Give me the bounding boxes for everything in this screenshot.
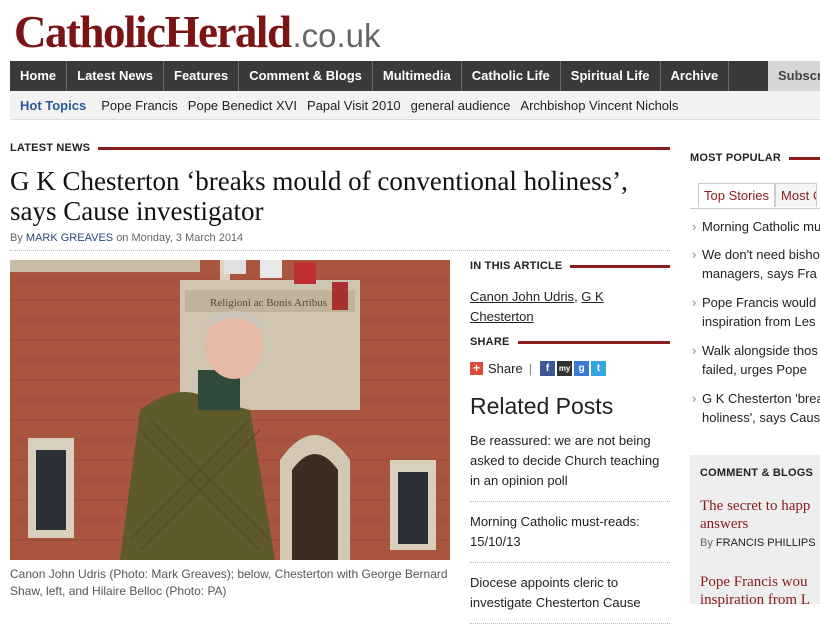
most-popular-label: MOST POPULAR: [690, 152, 782, 164]
comment-author-link[interactable]: FRANCIS PHILLIPS: [716, 537, 816, 549]
comment-post-link[interactable]: The secret to happ answers: [700, 497, 820, 533]
plus-icon[interactable]: +: [470, 362, 483, 375]
author-link[interactable]: MARK GREAVES: [26, 232, 113, 244]
article-byline: By MARK GREAVES on Monday, 3 March 2014: [10, 232, 670, 251]
tab-top-stories[interactable]: Top Stories: [698, 183, 776, 207]
main-nav: Home Latest News Features Comment & Blog…: [10, 61, 820, 91]
popular-item[interactable]: Pope Francis wouldinspiration from Les: [690, 293, 820, 331]
share-button[interactable]: Share: [488, 361, 523, 376]
comment-blogs-box: COMMENT & BLOGS The secret to happ answer…: [690, 455, 820, 608]
popular-item[interactable]: Morning Catholic mus: [690, 217, 820, 236]
logo-main-text: CatholicHerald: [14, 7, 292, 57]
comment-blogs-header: COMMENT & BLOGS: [700, 467, 820, 479]
popular-item[interactable]: We don't need bishomanagers, says Fra: [690, 245, 820, 283]
share-row: + Share | f my g t: [470, 361, 607, 376]
nav-multimedia[interactable]: Multimedia: [373, 61, 462, 91]
latest-news-label: LATEST NEWS: [10, 142, 91, 154]
share-header: SHARE: [470, 336, 670, 348]
nav-home[interactable]: Home: [10, 61, 68, 91]
topic-link[interactable]: general audience: [406, 98, 516, 113]
popular-item[interactable]: G K Chesterton 'breaholiness', says Caus: [690, 389, 820, 427]
topic-link[interactable]: Pope Francis: [96, 98, 183, 113]
nav-comment-blogs[interactable]: Comment & Blogs: [239, 61, 373, 91]
myspace-icon[interactable]: my: [557, 361, 573, 376]
nav-features[interactable]: Features: [164, 61, 240, 91]
related-post-link[interactable]: Morning Catholic must-reads: 15/10/13: [470, 512, 670, 563]
topic-link[interactable]: Papal Visit 2010: [302, 98, 406, 113]
twitter-icon[interactable]: t: [591, 361, 607, 376]
hot-topics-bar: Hot Topics Pope Francis Pope Benedict XV…: [10, 91, 820, 120]
comment-byline: By FRANCIS PHILLIPS: [700, 537, 816, 549]
nav-spiritual-life[interactable]: Spiritual Life: [561, 61, 661, 91]
in-this-article-label: IN THIS ARTICLE: [470, 260, 563, 272]
popular-tabs: Top Stories Most C: [698, 183, 818, 207]
topic-link[interactable]: Pope Benedict XVI: [183, 98, 302, 113]
article-photo: Religioni ac Bonis Artibus: [10, 260, 450, 560]
photo-signage: Religioni ac Bonis Artibus: [210, 297, 327, 309]
latest-news-header: LATEST NEWS: [10, 142, 670, 154]
in-this-article-links: Canon John Udris, G K Chesterton: [470, 289, 604, 324]
share-label: SHARE: [470, 336, 510, 348]
most-popular-header: MOST POPULAR: [690, 152, 820, 164]
in-this-article-header: IN THIS ARTICLE: [470, 260, 670, 272]
related-post-link[interactable]: Be reassured: we are not being asked to …: [470, 431, 670, 502]
nav-archive[interactable]: Archive: [661, 61, 730, 91]
related-posts-title: Related Posts: [470, 393, 614, 419]
related-post-link[interactable]: Diocese appoints cleric to investigate C…: [470, 573, 670, 624]
topic-canon-john-udris-link[interactable]: Canon John Udris: [470, 289, 574, 304]
logo-tld-text: .co.uk: [292, 17, 381, 54]
article-date: on Monday, 3 March 2014: [116, 232, 244, 244]
article-headline: G K Chesterton ‘breaks mould of conventi…: [10, 166, 628, 226]
comment-blogs-label: COMMENT & BLOGS: [700, 467, 813, 479]
topic-link[interactable]: Archbishop Vincent Nichols: [515, 98, 683, 113]
nav-latest-news[interactable]: Latest News: [67, 61, 164, 91]
google-icon[interactable]: g: [574, 361, 590, 376]
facebook-icon[interactable]: f: [540, 361, 556, 376]
nav-catholic-life[interactable]: Catholic Life: [462, 61, 561, 91]
subscribe-button[interactable]: Subscr: [768, 61, 820, 91]
byline-by: By: [10, 232, 23, 244]
site-logo[interactable]: CatholicHerald.co.uk: [14, 6, 381, 57]
photo-caption: Canon John Udris (Photo: Mark Greaves); …: [10, 567, 448, 598]
hot-topics-label: Hot Topics: [20, 97, 87, 113]
popular-list: Morning Catholic mus We don't need bisho…: [690, 208, 820, 443]
tab-most-commented[interactable]: Most C: [775, 183, 818, 207]
popular-item[interactable]: Walk alongside thosfailed, urges Pope: [690, 341, 820, 379]
